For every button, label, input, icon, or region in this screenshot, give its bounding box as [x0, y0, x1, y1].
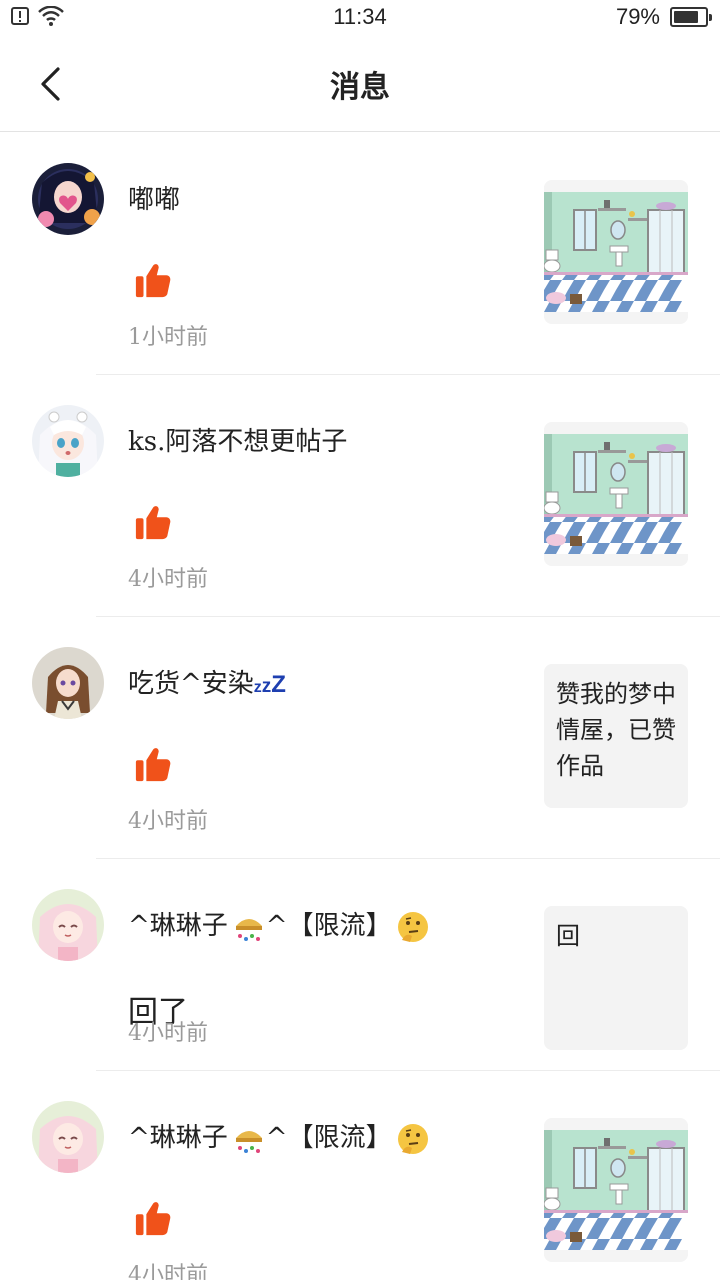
battery-icon [670, 7, 712, 27]
username: ks.阿落不想更帖子 [128, 427, 348, 457]
status-right: 79% [615, 4, 712, 30]
avatar[interactable] [32, 405, 104, 477]
username: 吃货^安染zzZ [128, 663, 286, 700]
avatar[interactable] [32, 163, 104, 235]
thinking-face-emoji-icon [397, 1124, 428, 1154]
thumbs-up-icon [134, 1199, 172, 1237]
message-list: 嘟嘟 1小时前 ks.阿落不想更帖子 4小时前 吃货^安染zzZ 4小时前 赞我… [0, 133, 720, 1280]
username-tail: ^【限流】 [265, 1123, 392, 1153]
list-item[interactable]: ^琳琳子 ^【限流】 回了 4小时前 回 [0, 859, 720, 1071]
status-bar: 11:34 79% [0, 0, 720, 36]
timestamp: 4小时前 [128, 809, 208, 834]
party-popper-emoji-icon [235, 1131, 262, 1153]
avatar[interactable] [32, 647, 104, 719]
list-item[interactable]: 吃货^安染zzZ 4小时前 赞我的梦中情屋，已赞作品 [0, 617, 720, 859]
battery-level [674, 11, 698, 23]
list-item[interactable]: ks.阿落不想更帖子 4小时前 [0, 375, 720, 617]
timestamp: 4小时前 [128, 1021, 208, 1046]
username-text: ^琳琳子 [128, 1123, 228, 1153]
username-text: ^琳琳子 [128, 911, 228, 941]
thumbs-up-icon [134, 261, 172, 299]
username: ^琳琳子 ^【限流】 [128, 1117, 430, 1156]
list-item[interactable]: 嘟嘟 1小时前 [0, 133, 720, 375]
nav-bar: 消息 [0, 36, 720, 132]
post-thumbnail[interactable] [544, 422, 688, 566]
status-time: 11:34 [333, 4, 387, 29]
thinking-face-emoji-icon [397, 912, 428, 942]
post-thumbnail[interactable] [544, 1118, 688, 1262]
post-preview-text[interactable]: 赞我的梦中情屋，已赞作品 [544, 664, 688, 808]
username: ^琳琳子 ^【限流】 [128, 905, 430, 944]
list-item[interactable]: ^琳琳子 ^【限流】 4小时前 [0, 1071, 720, 1280]
username-text: 吃货^安染 [128, 669, 254, 699]
username: 嘟嘟 [128, 185, 181, 215]
thumbs-up-icon [134, 503, 172, 541]
post-thumbnail[interactable] [544, 180, 688, 324]
timestamp: 4小时前 [128, 1263, 208, 1280]
timestamp: 1小时前 [128, 325, 208, 350]
avatar[interactable] [32, 1101, 104, 1173]
battery-percent: 79% [615, 4, 660, 29]
page-title: 消息 [330, 70, 390, 105]
timestamp: 4小时前 [128, 567, 208, 592]
username-tail: ^【限流】 [265, 911, 392, 941]
party-popper-emoji-icon [235, 919, 262, 941]
thumbs-up-icon [134, 745, 172, 783]
post-preview-text[interactable]: 回 [544, 906, 688, 1050]
avatar[interactable] [32, 889, 104, 961]
sleep-zzz-emoji: zzZ [253, 671, 286, 698]
